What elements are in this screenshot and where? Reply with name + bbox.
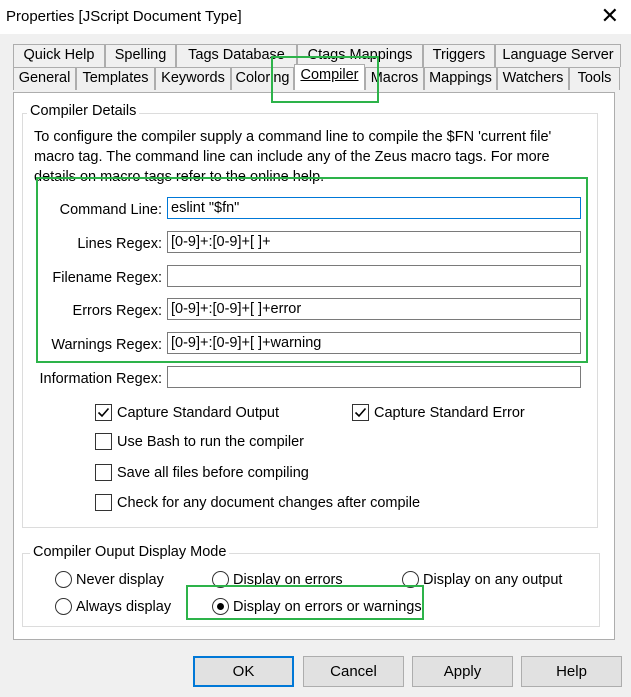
tab-tags-database[interactable]: Tags Database	[176, 44, 297, 67]
tab-label: Mappings	[429, 70, 492, 86]
tab-quick-help[interactable]: Quick Help	[13, 44, 105, 67]
display-mode-label: Compiler Ouput Display Mode	[30, 544, 230, 560]
description-line: macro tag. The command line can include …	[34, 149, 550, 165]
radio-unselected-icon	[212, 571, 229, 588]
tab-label: Triggers	[432, 47, 486, 63]
tab-label: Templates	[82, 70, 149, 86]
checkbox-label: Save all files before compiling	[117, 464, 309, 481]
apply-button[interactable]: Apply	[412, 656, 513, 687]
tab-label: Spelling	[114, 47, 167, 63]
errors-regex-input[interactable]: [0-9]+:[0-9]+[ ]+error	[167, 298, 581, 320]
checkbox-checked-icon	[95, 404, 112, 421]
tab-label: Tools	[577, 70, 612, 86]
checkbox-checked-icon	[352, 404, 369, 421]
tab-language-server[interactable]: Language Server	[495, 44, 621, 67]
tab-label: Ctags Mappings	[307, 47, 413, 63]
radio-unselected-icon	[55, 571, 72, 588]
help-button[interactable]: Help	[521, 656, 622, 687]
never-display-radio[interactable]: Never display	[55, 571, 164, 588]
lines-regex-label: Lines Regex:	[77, 236, 162, 252]
description-line: details on macro tags refer to the onlin…	[34, 169, 325, 185]
checkbox-unchecked-icon	[95, 494, 112, 511]
tab-templates[interactable]: Templates	[76, 67, 155, 90]
tab-mappings[interactable]: Mappings	[424, 67, 497, 90]
always-display-radio[interactable]: Always display	[55, 598, 171, 615]
lines-regex-input[interactable]: [0-9]+:[0-9]+[ ]+	[167, 231, 581, 253]
tab-label: Coloring	[235, 70, 290, 86]
filename-regex-input[interactable]	[167, 265, 581, 287]
radio-selected-icon	[212, 598, 229, 615]
tab-keywords[interactable]: Keywords	[155, 67, 231, 90]
warnings-regex-input[interactable]: [0-9]+:[0-9]+[ ]+warning	[167, 332, 581, 354]
ok-button[interactable]: OK	[193, 656, 294, 687]
use-bash-checkbox[interactable]: Use Bash to run the compiler	[95, 433, 304, 450]
radio-unselected-icon	[402, 571, 419, 588]
display-on-any-output-radio[interactable]: Display on any output	[402, 571, 562, 588]
cancel-button[interactable]: Cancel	[303, 656, 404, 687]
close-icon[interactable]: ✕	[601, 4, 619, 28]
check-document-changes-checkbox[interactable]: Check for any document changes after com…	[95, 494, 420, 511]
window-title: Properties [JScript Document Type]	[6, 8, 242, 25]
tab-macros[interactable]: Macros	[365, 67, 424, 90]
tab-label: Macros	[370, 70, 419, 86]
tab-triggers[interactable]: Triggers	[423, 44, 495, 67]
radio-label: Display on any output	[423, 571, 563, 588]
tab-tools[interactable]: Tools	[569, 67, 620, 90]
tab-label: General	[18, 70, 71, 86]
radio-label: Display on errors	[233, 571, 343, 588]
capture-stdout-checkbox[interactable]: Capture Standard Output	[95, 404, 279, 421]
tab-label: Quick Help	[23, 47, 95, 63]
compiler-description: To configure the compiler supply a comma…	[34, 127, 594, 187]
tab-label: Keywords	[161, 70, 225, 86]
checkbox-label: Check for any document changes after com…	[117, 494, 421, 511]
radio-label: Display on errors or warnings	[233, 598, 422, 615]
errors-regex-label: Errors Regex:	[72, 303, 162, 319]
radio-label: Never display	[76, 571, 164, 588]
tab-spelling[interactable]: Spelling	[105, 44, 176, 67]
radio-unselected-icon	[55, 598, 72, 615]
tab-label: Compiler	[300, 67, 359, 83]
tab-label: Watchers	[502, 70, 564, 86]
display-on-errors-radio[interactable]: Display on errors	[212, 571, 343, 588]
tab-compiler[interactable]: Compiler	[294, 64, 365, 90]
warnings-regex-label: Warnings Regex:	[51, 337, 162, 353]
information-regex-input[interactable]	[167, 366, 581, 388]
display-on-errors-or-warnings-radio[interactable]: Display on errors or warnings	[212, 598, 422, 615]
tab-label: Tags Database	[188, 47, 285, 63]
checkbox-label: Use Bash to run the compiler	[117, 433, 304, 450]
title-bar: Properties [JScript Document Type] ✕	[0, 0, 631, 34]
command-line-label: Command Line:	[59, 202, 162, 218]
command-line-input[interactable]: eslint "$fn"	[167, 197, 581, 219]
information-regex-label: Information Regex:	[39, 371, 162, 387]
checkbox-label: Capture Standard Error	[374, 404, 525, 421]
compiler-details-label: Compiler Details	[27, 103, 140, 119]
tab-watchers[interactable]: Watchers	[497, 67, 569, 90]
checkbox-unchecked-icon	[95, 433, 112, 450]
capture-stderr-checkbox[interactable]: Capture Standard Error	[352, 404, 525, 421]
radio-label: Always display	[76, 598, 172, 615]
save-all-files-checkbox[interactable]: Save all files before compiling	[95, 464, 309, 481]
display-mode-group	[22, 553, 600, 627]
checkbox-label: Capture Standard Output	[117, 404, 280, 421]
filename-regex-label: Filename Regex:	[52, 270, 162, 286]
tab-general[interactable]: General	[13, 67, 76, 90]
tab-coloring[interactable]: Coloring	[231, 67, 294, 90]
checkbox-unchecked-icon	[95, 464, 112, 481]
tab-label: Language Server	[502, 47, 614, 63]
description-line: To configure the compiler supply a comma…	[34, 129, 552, 145]
